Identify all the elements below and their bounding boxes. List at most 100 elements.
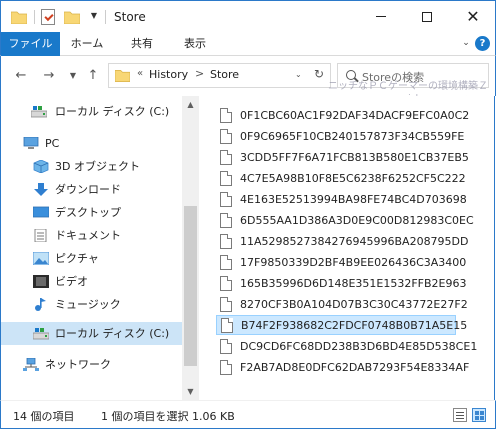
file-icon bbox=[220, 213, 232, 228]
file-item[interactable]: F2AB7AD8E0DFC62DAB7293F54E8334AF bbox=[216, 358, 469, 378]
file-icon bbox=[220, 339, 232, 354]
back-arrow-icon[interactable]: ← bbox=[13, 68, 29, 84]
sidebar-item-label: ネットワーク bbox=[45, 358, 111, 371]
file-item[interactable]: 17F9850339D2BF4B9EE026436C3A3400 bbox=[216, 253, 466, 273]
scroll-down-icon[interactable]: ▼ bbox=[182, 383, 199, 400]
download-icon bbox=[34, 183, 48, 196]
file-name: 4E163E52513994BA98FE74BC4D703698 bbox=[240, 193, 467, 206]
file-icon bbox=[220, 150, 232, 165]
file-item[interactable]: 6D555AA1D386A3D0E9C00D812983C0EC bbox=[216, 211, 474, 231]
breadcrumb-separator[interactable]: > bbox=[195, 67, 204, 80]
folder-icon bbox=[11, 11, 27, 24]
sidebar-item-label: 3D オブジェクト bbox=[55, 160, 140, 173]
chevron-down-icon[interactable]: ⌄ bbox=[459, 36, 473, 50]
minimize-icon bbox=[376, 16, 386, 17]
watermark-title: ニッチなＰＣゲーマーの環境構築Ｚ bbox=[328, 81, 488, 92]
scrollbar-thumb[interactable] bbox=[184, 206, 197, 366]
file-icon bbox=[220, 297, 232, 312]
file-name: 11A5298527384276945996BA208795DD bbox=[240, 235, 469, 248]
sidebar-item-pictures[interactable]: ピクチャ bbox=[1, 247, 183, 270]
sidebar-item-desktop[interactable]: デスクトップ bbox=[1, 201, 183, 224]
file-list: 0F1CBC60AC1F92DAF34DACF9EFC0A0C2 0F9C696… bbox=[199, 96, 495, 400]
properties-icon[interactable] bbox=[41, 9, 55, 25]
file-item[interactable]: 3CDD5FF7F6A71FCB813B580E1CB37EB5 bbox=[216, 148, 469, 168]
tab-file[interactable]: ファイル bbox=[1, 32, 60, 56]
documents-icon bbox=[34, 229, 47, 242]
sidebar-item-label: ドキュメント bbox=[55, 229, 121, 242]
file-item[interactable]: 11A5298527384276945996BA208795DD bbox=[216, 232, 469, 252]
file-name: DC9CD6FC68DD238B3D6BD4E85D538CE1 bbox=[240, 340, 478, 353]
file-icon bbox=[220, 108, 232, 123]
videos-icon bbox=[33, 275, 49, 288]
close-button[interactable]: ✕ bbox=[450, 1, 496, 32]
breadcrumb-store[interactable]: Store bbox=[210, 68, 239, 81]
sidebar-item-local-disk[interactable]: ローカル ディスク (C:) bbox=[1, 322, 183, 345]
minimize-button[interactable] bbox=[358, 1, 404, 32]
tab-view[interactable]: 表示 bbox=[177, 32, 213, 56]
file-item[interactable]: 0F1CBC60AC1F92DAF34DACF9EFC0A0C2 bbox=[216, 106, 469, 126]
desktop-icon bbox=[33, 206, 49, 218]
sidebar-item-label: デスクトップ bbox=[55, 206, 121, 219]
sidebar-item-videos[interactable]: ビデオ bbox=[1, 270, 183, 293]
address-bar[interactable]: « History > Store ⌄ ↻ bbox=[108, 63, 331, 88]
large-icons-view-icon[interactable] bbox=[472, 408, 486, 422]
music-icon bbox=[35, 298, 46, 311]
details-view-icon[interactable] bbox=[453, 408, 467, 422]
sidebar-item-local-disk-top[interactable]: ローカル ディスク (C:) bbox=[1, 100, 183, 123]
sidebar-item-music[interactable]: ミュージック bbox=[1, 293, 183, 316]
folder-icon bbox=[115, 69, 130, 82]
drive-icon bbox=[31, 106, 47, 118]
pictures-icon bbox=[33, 252, 49, 265]
file-item[interactable]: 4C7E5A98B10F8E5C6238F6252CF5C222 bbox=[216, 169, 466, 189]
title-separator bbox=[105, 10, 106, 24]
tab-home[interactable]: ホーム bbox=[67, 32, 107, 56]
drive-icon bbox=[33, 328, 49, 340]
sidebar-item-label: ローカル ディスク (C:) bbox=[55, 327, 170, 340]
close-icon: ✕ bbox=[466, 7, 480, 26]
quick-access-dropdown-icon[interactable]: ▼ bbox=[88, 9, 100, 23]
file-name: 4C7E5A98B10F8E5C6238F6252CF5C222 bbox=[240, 172, 466, 185]
path-overflow-chevron[interactable]: « bbox=[137, 68, 143, 79]
sidebar-item-network[interactable]: ネットワーク bbox=[1, 353, 183, 376]
sidebar-item-pc[interactable]: PC bbox=[1, 132, 183, 155]
file-item[interactable]: 8270CF3B0A104D07B3C30C43772E27F2 bbox=[216, 295, 468, 315]
search-icon bbox=[346, 70, 356, 80]
sidebar-item-downloads[interactable]: ダウンロード bbox=[1, 178, 183, 201]
network-icon bbox=[23, 358, 39, 371]
file-icon bbox=[220, 276, 232, 291]
file-item[interactable]: DC9CD6FC68DD238B3D6BD4E85D538CE1 bbox=[216, 337, 477, 357]
new-folder-icon[interactable] bbox=[64, 11, 80, 24]
file-icon bbox=[220, 171, 232, 186]
maximize-button[interactable] bbox=[404, 1, 450, 32]
file-item[interactable]: 165B35996D6D148E351E1532FFB2E963 bbox=[216, 274, 467, 294]
up-arrow-icon[interactable]: ↑ bbox=[85, 68, 101, 84]
sidebar-item-documents[interactable]: ドキュメント bbox=[1, 224, 183, 247]
file-icon bbox=[220, 360, 232, 375]
refresh-icon[interactable]: ↻ bbox=[314, 67, 324, 81]
scroll-up-icon[interactable]: ▲ bbox=[182, 96, 199, 113]
sidebar-item-3d-objects[interactable]: 3D オブジェクト bbox=[1, 155, 183, 178]
3d-objects-icon bbox=[33, 160, 49, 173]
recent-locations-chevron-icon[interactable]: ▼ bbox=[65, 68, 81, 84]
file-icon bbox=[220, 192, 232, 207]
help-icon[interactable]: ? bbox=[475, 36, 490, 51]
quick-access-separator bbox=[34, 10, 35, 24]
file-icon bbox=[220, 129, 232, 144]
file-item[interactable]: 4E163E52513994BA98FE74BC4D703698 bbox=[216, 190, 467, 210]
navigation-scrollbar[interactable]: ▲ ▼ bbox=[182, 96, 199, 400]
pc-icon bbox=[23, 137, 39, 149]
breadcrumb-history[interactable]: History bbox=[149, 68, 188, 81]
file-icon bbox=[221, 318, 233, 333]
address-dropdown-icon[interactable]: ⌄ bbox=[295, 70, 302, 79]
tab-share[interactable]: 共有 bbox=[124, 32, 160, 56]
file-item-selected[interactable]: B74F2F938682C2FDCF0748B0B71A5E15 bbox=[216, 315, 467, 335]
file-item[interactable]: 0F9C6965F10CB240157873F34CB559FE bbox=[216, 127, 464, 147]
sidebar-item-label: ビデオ bbox=[55, 275, 88, 288]
item-count: 14 個の項目 bbox=[13, 410, 75, 423]
forward-arrow-icon[interactable]: → bbox=[41, 68, 57, 84]
sidebar-item-label: ローカル ディスク (C:) bbox=[55, 105, 170, 118]
ribbon-tabs: ファイル ホーム 共有 表示 ⌄ ? bbox=[0, 32, 496, 56]
window-title: Store bbox=[114, 10, 146, 24]
file-name: 0F9C6965F10CB240157873F34CB559FE bbox=[240, 130, 465, 143]
file-icon bbox=[220, 255, 232, 270]
